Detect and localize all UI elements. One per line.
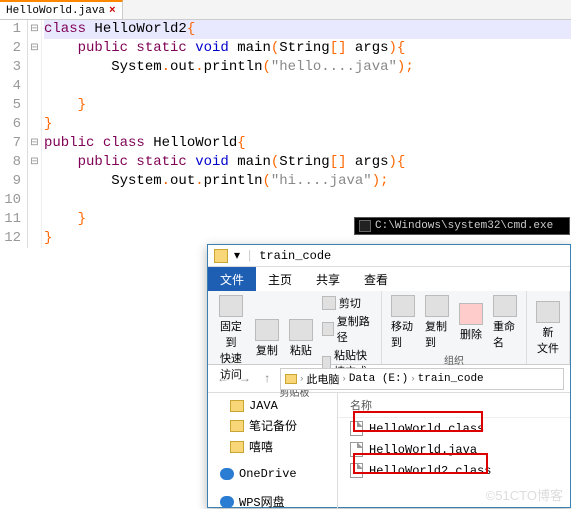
line-gutter: 123 456 789 101112 bbox=[0, 20, 28, 248]
copyto-button[interactable]: 复制到 bbox=[422, 294, 452, 351]
code-content[interactable]: class HelloWorld2{ public static void ma… bbox=[42, 20, 571, 248]
rename-button[interactable]: 重命名 bbox=[490, 294, 520, 351]
cloud-icon bbox=[220, 468, 234, 480]
file-row[interactable]: HelloWorld2.class bbox=[338, 460, 570, 481]
ribbon-tabs: 文件 主页 共享 查看 bbox=[208, 267, 570, 291]
folder-icon bbox=[230, 420, 244, 432]
crumb-thispc[interactable]: 此电脑 bbox=[306, 371, 339, 387]
tab-view[interactable]: 查看 bbox=[352, 267, 400, 291]
explorer-titlebar[interactable]: ▾ | train_code bbox=[208, 245, 570, 267]
tree-wps[interactable]: WPS网盘 bbox=[208, 491, 337, 509]
explorer-title: train_code bbox=[259, 249, 331, 263]
breadcrumb[interactable]: › 此电脑 › Data (E:) › train_code bbox=[280, 368, 564, 390]
copy-icon bbox=[255, 319, 279, 341]
cloud-icon bbox=[220, 496, 234, 508]
file-icon bbox=[350, 421, 363, 436]
file-row[interactable]: HelloWorld.class bbox=[338, 418, 570, 439]
crumb-folder[interactable]: train_code bbox=[418, 373, 484, 385]
file-explorer-window: ▾ | train_code 文件 主页 共享 查看 固定到 快速访问 复制 粘… bbox=[207, 244, 571, 508]
fold-column: ⊟⊟ ⊟⊟ bbox=[28, 20, 42, 248]
file-tab[interactable]: HelloWorld.java × bbox=[0, 0, 123, 19]
folder-icon bbox=[230, 400, 244, 412]
tab-share[interactable]: 共享 bbox=[304, 267, 352, 291]
code-editor[interactable]: 123 456 789 101112 ⊟⊟ ⊟⊟ class HelloWorl… bbox=[0, 20, 571, 248]
copypath-button[interactable]: 复制路径 bbox=[320, 312, 375, 346]
folder-icon bbox=[214, 249, 228, 263]
new-icon bbox=[536, 301, 560, 323]
delete-button[interactable]: 删除 bbox=[456, 294, 486, 351]
cmd-icon bbox=[359, 220, 371, 232]
pin-icon bbox=[219, 295, 243, 317]
cmd-title: C:\Windows\system32\cmd.exe bbox=[375, 220, 553, 232]
crumb-drive[interactable]: Data (E:) bbox=[349, 373, 408, 385]
up-icon[interactable]: ↑ bbox=[258, 370, 276, 388]
cut-icon bbox=[322, 296, 336, 310]
watermark: ©51CTO博客 bbox=[486, 485, 563, 504]
rename-icon bbox=[493, 295, 517, 317]
tab-home[interactable]: 主页 bbox=[256, 267, 304, 291]
moveto-button[interactable]: 移动到 bbox=[388, 294, 418, 351]
file-row[interactable]: HelloWorld.java bbox=[338, 439, 570, 460]
back-icon[interactable]: ← bbox=[214, 370, 232, 388]
ribbon: 固定到 快速访问 复制 粘贴 剪切 复制路径 粘贴快捷方式 剪贴板 移动到 复制… bbox=[208, 291, 570, 365]
organize-group-label: 组织 bbox=[388, 351, 520, 368]
file-icon bbox=[350, 463, 363, 478]
file-icon bbox=[350, 442, 363, 457]
editor-tab-bar: HelloWorld.java × bbox=[0, 0, 571, 20]
copyto-icon bbox=[425, 295, 449, 317]
delete-icon bbox=[459, 303, 483, 325]
tab-file[interactable]: 文件 bbox=[208, 267, 256, 291]
cut-button[interactable]: 剪切 bbox=[320, 294, 375, 312]
folder-tree: JAVA 笔记备份 嘻嘻 OneDrive WPS网盘 bbox=[208, 393, 338, 509]
paste-icon bbox=[289, 319, 313, 341]
new-button[interactable]: 新 文件 bbox=[533, 294, 563, 363]
tree-onedrive[interactable]: OneDrive bbox=[208, 465, 337, 483]
cmd-window[interactable]: C:\Windows\system32\cmd.exe bbox=[354, 217, 570, 235]
forward-icon[interactable]: → bbox=[236, 370, 254, 388]
column-header-name[interactable]: 名称 bbox=[338, 393, 570, 418]
tree-java[interactable]: JAVA bbox=[208, 397, 337, 415]
folder-icon bbox=[285, 374, 297, 384]
down-icon[interactable]: ▾ bbox=[234, 248, 240, 263]
moveto-icon bbox=[391, 295, 415, 317]
close-icon[interactable]: × bbox=[109, 5, 116, 17]
tree-misc[interactable]: 嘻嘻 bbox=[208, 436, 337, 457]
tree-notes[interactable]: 笔记备份 bbox=[208, 415, 337, 436]
tab-filename: HelloWorld.java bbox=[6, 5, 105, 17]
folder-icon bbox=[230, 441, 244, 453]
path-icon bbox=[322, 322, 334, 336]
